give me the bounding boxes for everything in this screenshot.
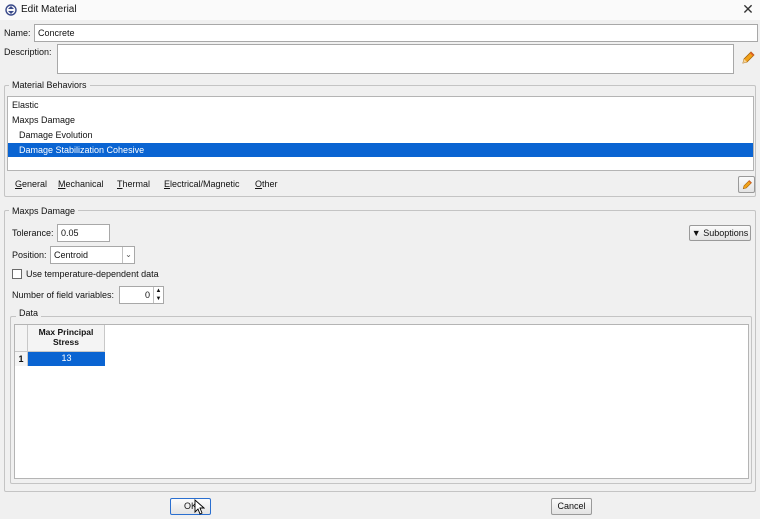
menu-electrical-magnetic[interactable]: Electrical/Magnetic bbox=[164, 177, 240, 191]
menu-thermal[interactable]: Thermal bbox=[117, 177, 150, 191]
field-variables-label: Number of field variables: bbox=[12, 290, 115, 300]
window-title: Edit Material bbox=[21, 4, 77, 15]
material-behaviors-title: Material Behaviors bbox=[9, 80, 90, 90]
tolerance-input[interactable]: 0.05 bbox=[57, 224, 110, 242]
behaviors-menubar: General Mechanical Thermal Electrical/Magne… bbox=[7, 177, 727, 193]
column-header-line-1: Max Principal bbox=[38, 327, 94, 337]
cancel-button[interactable]: Cancel bbox=[551, 498, 592, 515]
row-header[interactable]: 1 bbox=[15, 352, 28, 366]
data-table[interactable]: Max Principal Stress 1 13 bbox=[14, 324, 749, 479]
description-input[interactable] bbox=[57, 44, 734, 74]
field-variables-spinner[interactable]: 0 ▲ ▼ bbox=[119, 286, 164, 304]
table-cell-selected[interactable]: 13 bbox=[28, 352, 105, 366]
behavior-item[interactable]: Damage Evolution bbox=[8, 128, 753, 142]
close-button[interactable]: ✕ bbox=[740, 1, 756, 17]
title-bar: Edit Material ✕ bbox=[0, 0, 760, 20]
temp-dependent-label: Use temperature-dependent data bbox=[26, 269, 159, 279]
behavior-item[interactable]: Maxps Damage bbox=[8, 113, 753, 127]
position-select[interactable]: Centroid ⌄ bbox=[50, 246, 135, 264]
tolerance-label: Tolerance: bbox=[12, 228, 54, 238]
pencil-icon[interactable] bbox=[740, 50, 756, 66]
dropdown-arrow-icon: ▼ bbox=[691, 228, 701, 238]
description-label: Description: bbox=[4, 47, 52, 57]
data-title: Data bbox=[16, 308, 42, 318]
spin-down-icon[interactable]: ▼ bbox=[153, 295, 163, 303]
position-value: Centroid bbox=[54, 250, 89, 260]
menu-other[interactable]: Other bbox=[255, 177, 278, 191]
spin-up-icon[interactable]: ▲ bbox=[153, 287, 163, 295]
position-label: Position: bbox=[12, 250, 47, 260]
table-corner bbox=[15, 325, 28, 352]
behavior-item[interactable]: Elastic bbox=[8, 98, 753, 112]
app-logo-icon bbox=[5, 4, 17, 16]
edit-behavior-button[interactable] bbox=[738, 176, 755, 193]
pencil-icon bbox=[742, 180, 752, 190]
temp-dependent-checkbox[interactable] bbox=[12, 269, 22, 279]
mouse-cursor-icon bbox=[194, 499, 205, 515]
suboptions-label: Suboptions bbox=[703, 228, 749, 238]
menu-mechanical[interactable]: Mechanical bbox=[58, 177, 104, 191]
suboptions-button[interactable]: ▼ Suboptions bbox=[689, 225, 751, 241]
behaviors-list[interactable]: Elastic Maxps Damage Damage Evolution Damag… bbox=[7, 96, 754, 171]
column-header-max-principal-stress[interactable]: Max Principal Stress bbox=[28, 325, 105, 352]
behavior-item[interactable]: Damage Stabilization Cohesive bbox=[8, 143, 753, 157]
field-variables-value: 0 bbox=[144, 290, 150, 300]
name-input[interactable]: Concrete bbox=[34, 24, 758, 42]
menu-general[interactable]: General bbox=[15, 177, 47, 191]
section-title: Maxps Damage bbox=[9, 206, 79, 216]
name-label: Name: bbox=[4, 28, 31, 38]
column-header-line-2: Stress bbox=[53, 337, 79, 347]
chevron-down-icon[interactable]: ⌄ bbox=[122, 247, 134, 263]
